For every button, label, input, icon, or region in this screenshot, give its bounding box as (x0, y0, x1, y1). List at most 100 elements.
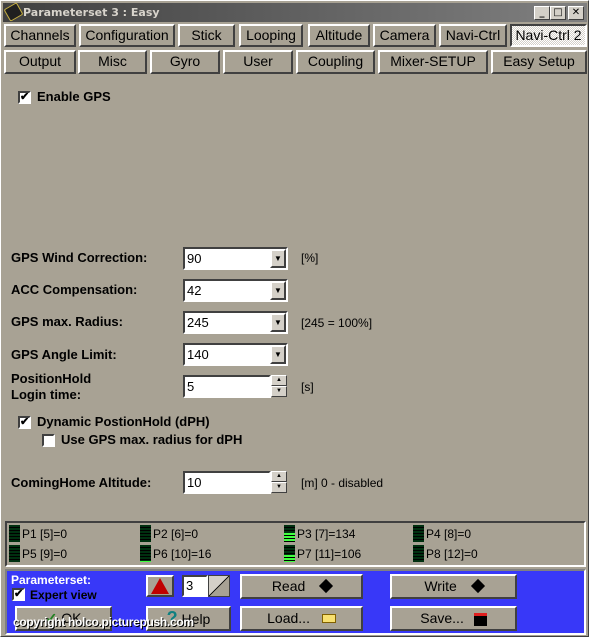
login-time-spinner[interactable]: ▲ ▼ (271, 375, 287, 398)
poti-label: P6 [10]=16 (153, 547, 212, 561)
poti-label: P4 [8]=0 (426, 527, 472, 541)
parameter-window: Parameterset 3 : Easy _ □ ✕ Channels Con… (0, 0, 589, 637)
poti-item: P1 [5]=0 (9, 525, 67, 543)
poti-label: P7 [11]=106 (297, 547, 362, 561)
tab-output[interactable]: Output (4, 50, 76, 74)
login-time-label-line1: PositionHold (11, 371, 92, 386)
level-meter (413, 545, 424, 562)
coming-home-label: ComingHome Altitude: (11, 475, 152, 490)
poti-item: P2 [6]=0 (140, 525, 198, 543)
coming-home-spinner[interactable]: ▲ ▼ (271, 471, 287, 494)
spin-down-icon[interactable]: ▼ (271, 386, 287, 397)
read-button[interactable]: Read (240, 574, 363, 599)
tab-misc[interactable]: Misc (78, 50, 147, 74)
wind-correction-unit: [%] (301, 251, 319, 265)
level-meter (284, 525, 295, 542)
tab-altitude[interactable]: Altitude (308, 24, 370, 47)
warning-button[interactable] (146, 575, 174, 597)
chevron-down-icon[interactable]: ▼ (270, 313, 286, 332)
dph-checkbox[interactable]: ✔ (18, 416, 31, 429)
wind-correction-value: 90 (187, 251, 202, 266)
poti-label: P1 [5]=0 (22, 527, 68, 541)
level-meter (284, 545, 295, 562)
poti-item: P5 [9]=0 (9, 545, 67, 563)
max-radius-select[interactable]: 245 ▼ (183, 311, 288, 334)
tab-navi-ctrl[interactable]: Navi-Ctrl (439, 24, 507, 47)
help-button-label: Help (181, 611, 211, 627)
poti-panel: P1 [5]=0 P2 [6]=0 P3 [7]=134 P4 [8]=0 P5… (5, 521, 586, 567)
angle-limit-select[interactable]: 140 ▼ (183, 343, 288, 366)
poti-item: P4 [8]=0 (413, 525, 471, 543)
parameterset-spinner[interactable] (208, 575, 230, 597)
acc-compensation-value: 42 (187, 283, 202, 298)
poti-label: P2 [6]=0 (153, 527, 199, 541)
tab-user[interactable]: User (223, 50, 293, 74)
help-button[interactable]: ? Help (146, 606, 231, 631)
maximize-button[interactable]: □ (550, 6, 566, 20)
folder-icon (321, 614, 336, 623)
close-button[interactable]: ✕ (568, 6, 584, 20)
save-button-label: Save... (420, 610, 464, 626)
ok-button[interactable]: ✓ OK (15, 606, 112, 631)
poti-item: P8 [12]=0 (413, 545, 478, 563)
spin-up-icon[interactable]: ▲ (271, 471, 287, 482)
write-button[interactable]: Write (390, 574, 517, 599)
expert-view-checkbox[interactable]: ✔ (12, 588, 25, 601)
tab-coupling[interactable]: Coupling (296, 50, 375, 74)
wind-correction-select[interactable]: 90 ▼ (183, 247, 288, 270)
level-meter (140, 525, 151, 542)
login-time-input[interactable]: 5 (183, 375, 271, 398)
spin-up-icon[interactable]: ▲ (271, 375, 287, 386)
chevron-down-icon[interactable]: ▼ (270, 281, 286, 300)
expert-view-label: Expert view (30, 588, 97, 602)
tab-easy-setup[interactable]: Easy Setup (491, 50, 587, 74)
app-icon (3, 2, 24, 22)
acc-compensation-select[interactable]: 42 ▼ (183, 279, 288, 302)
poti-item: P3 [7]=134 (284, 525, 355, 543)
ok-icon: ✓ (45, 610, 58, 626)
enable-gps-label: Enable GPS (37, 89, 111, 104)
login-time-label-line2: Login time: (11, 387, 82, 402)
max-radius-unit: [245 = 100%] (301, 316, 373, 330)
level-meter (9, 525, 20, 542)
tab-gyro[interactable]: Gyro (150, 50, 220, 74)
help-icon: ? (166, 608, 178, 628)
acc-compensation-label: ACC Compensation: (11, 282, 138, 297)
save-button[interactable]: Save... (390, 606, 517, 631)
dph-label: Dynamic PostionHold (dPH) (37, 414, 210, 429)
tab-channels[interactable]: Channels (4, 24, 76, 47)
minimize-button[interactable]: _ (534, 6, 550, 20)
max-radius-value: 245 (187, 315, 209, 330)
tab-configuration[interactable]: Configuration (79, 24, 175, 47)
max-radius-label: GPS max. Radius: (11, 314, 123, 329)
coming-home-value: 10 (187, 475, 202, 490)
poti-label: P5 [9]=0 (22, 547, 68, 561)
spin-down-icon[interactable]: ▼ (271, 482, 287, 493)
login-time-value: 5 (187, 379, 195, 394)
tab-camera[interactable]: Camera (373, 24, 436, 47)
tab-mixer-setup[interactable]: Mixer-SETUP (378, 50, 488, 74)
coming-home-input[interactable]: 10 (183, 471, 271, 494)
load-button[interactable]: Load... (240, 606, 363, 631)
tab-navi-ctrl-2[interactable]: Navi-Ctrl 2 (510, 24, 587, 47)
bottom-bar: Parameterset: ✔ Expert view 3 Read Write… (5, 569, 586, 635)
poti-item: P7 [11]=106 (284, 545, 361, 563)
chevron-down-icon[interactable]: ▼ (270, 249, 286, 268)
write-icon (470, 578, 485, 594)
chevron-down-icon[interactable]: ▼ (270, 345, 286, 364)
enable-gps-checkbox[interactable]: ✔ (18, 91, 31, 104)
tab-stick[interactable]: Stick (178, 24, 235, 47)
parameterset-label: Parameterset: (11, 573, 92, 587)
load-button-label: Load... (267, 610, 310, 626)
login-time-unit: [s] (301, 380, 314, 394)
window-title: Parameterset 3 : Easy (23, 6, 160, 19)
use-max-radius-label: Use GPS max. radius for dPH (61, 432, 243, 447)
poti-label: P3 [7]=134 (297, 527, 356, 541)
coming-home-unit: [m] 0 - disabled (301, 476, 384, 490)
read-button-label: Read (271, 578, 306, 594)
parameterset-number-input[interactable]: 3 (182, 575, 208, 597)
use-max-radius-checkbox[interactable] (42, 434, 55, 447)
title-bar[interactable]: Parameterset 3 : Easy _ □ ✕ (3, 2, 587, 22)
tab-looping[interactable]: Looping (239, 24, 303, 47)
write-button-label: Write (424, 578, 457, 594)
